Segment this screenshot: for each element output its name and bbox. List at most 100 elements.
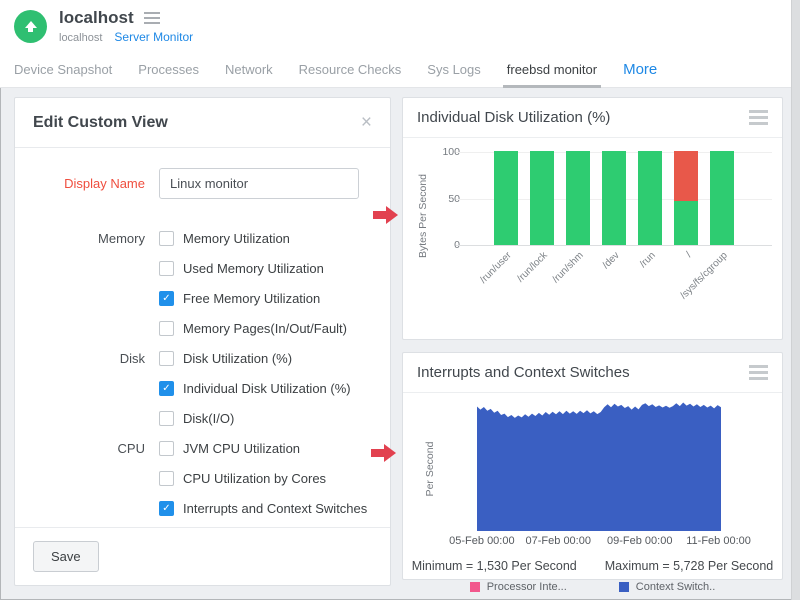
arrow-to-interrupts-chart-icon (371, 444, 397, 462)
page-title: localhost (59, 8, 134, 28)
chart-menu-icon[interactable] (749, 110, 768, 125)
bar-xlabel: /sys/fs/cgroup (658, 250, 729, 321)
bar-/run/lock (530, 151, 554, 245)
checkbox-option-row: Memory Memory Utilization (33, 223, 372, 253)
vertical-scrollbar[interactable] (791, 0, 800, 600)
disk-chart-title: Individual Disk Utilization (%) (417, 109, 610, 126)
area-series-svg (477, 399, 721, 531)
checkbox-option-row: ✓ Individual Disk Utilization (%) (33, 373, 372, 403)
checkbox-unchecked[interactable] (159, 441, 174, 456)
tab-resource-checks[interactable]: Resource Checks (299, 52, 402, 88)
checkbox-option-row: ✓ Free Memory Utilization (33, 283, 372, 313)
checkbox-option-row: Disk(I/O) (33, 403, 372, 433)
disk-utilization-panel: Individual Disk Utilization (%) Bytes Pe… (402, 97, 783, 340)
checkbox-label: Individual Disk Utilization (%) (183, 381, 351, 396)
tab-network[interactable]: Network (225, 52, 273, 88)
interrupts-panel: Interrupts and Context Switches Per Seco… (402, 352, 783, 580)
group-label: Disk (33, 351, 145, 366)
content-area: Edit Custom View × Display Name MemoryMe… (0, 88, 800, 600)
up-arrow-icon (25, 21, 37, 28)
interrupts-legend: Processor Inte... Context Switch.. (403, 581, 782, 593)
checkbox-option-row: Disk Disk Utilization (%) (33, 343, 372, 373)
edit-custom-view-dialog: Edit Custom View × Display Name MemoryMe… (14, 97, 391, 586)
tab-freebsd-monitor[interactable]: freebsd monitor (507, 52, 597, 88)
context-switches-swatch-icon (619, 582, 629, 592)
bar-xlabel: /run/lock (478, 250, 549, 321)
minimum-text: Minimum = 1,530 Per Second (412, 559, 577, 573)
checkbox-label: Free Memory Utilization (183, 291, 320, 306)
bar-xlabel: / (622, 250, 693, 321)
ytick-50: 50 (420, 193, 460, 205)
checkbox-list: Memory Memory Utilization Used Memory Util… (33, 223, 372, 523)
context-switches-area (477, 403, 721, 532)
bar-/ (674, 151, 698, 245)
checkbox-unchecked[interactable] (159, 261, 174, 276)
dialog-title: Edit Custom View (33, 114, 168, 132)
checkbox-option-row: Used Memory Utilization (33, 253, 372, 283)
interrupts-plot-area (477, 399, 721, 531)
checkbox-checked[interactable]: ✓ (159, 381, 174, 396)
tab-more[interactable]: More (623, 52, 657, 88)
checkbox-unchecked[interactable] (159, 471, 174, 486)
checkbox-option-row: ✓ Interrupts and Context Switches (33, 493, 372, 523)
group-label: Memory (33, 231, 145, 246)
checkbox-checked[interactable]: ✓ (159, 291, 174, 306)
breadcrumb-server-monitor-link[interactable]: Server Monitor (114, 30, 193, 44)
maximum-text: Maximum = 5,728 Per Second (605, 559, 774, 573)
bar-xlabel: /run/user (442, 250, 513, 321)
disk-plot-area (456, 152, 772, 246)
app-header: localhost localhost Server Monitor (0, 0, 800, 52)
interrupts-y-axis-label: Per Second (424, 434, 436, 504)
bar-xlabel: /run (586, 250, 657, 321)
bar-/dev (602, 151, 626, 245)
checkbox-label: Disk(I/O) (183, 411, 234, 426)
bar-/run (638, 151, 662, 245)
checkbox-label: JVM CPU Utilization (183, 441, 300, 456)
hamburger-menu-icon[interactable] (144, 12, 160, 24)
checkbox-label: Used Memory Utilization (183, 261, 324, 276)
tab-sys-logs[interactable]: Sys Logs (427, 52, 480, 88)
checkbox-checked[interactable]: ✓ (159, 501, 174, 516)
bar-/sys/fs/cgroup (710, 151, 734, 245)
save-button[interactable]: Save (33, 541, 99, 572)
display-name-label: Display Name (33, 176, 145, 191)
tab-bar: Device Snapshot Processes Network Resource … (0, 52, 800, 88)
checkbox-option-row: CPU Utilization by Cores (33, 463, 372, 493)
arrow-to-disk-chart-icon (373, 206, 399, 224)
checkbox-label: Memory Utilization (183, 231, 290, 246)
tab-processes[interactable]: Processes (138, 52, 199, 88)
interrupts-chart-title: Interrupts and Context Switches (417, 364, 630, 381)
bar-xlabel: /run/shm (514, 250, 585, 321)
checkbox-option-row: CPU JVM CPU Utilization (33, 433, 372, 463)
bar-/run/user (494, 151, 518, 245)
interrupts-area-chart: Per Second 4,000 2,000 0 05-Feb 00:00 07… (403, 393, 782, 543)
checkbox-unchecked[interactable] (159, 411, 174, 426)
legend-processor-interrupts[interactable]: Processor Inte... (470, 581, 567, 593)
checkbox-unchecked[interactable] (159, 321, 174, 336)
checkbox-unchecked[interactable] (159, 231, 174, 246)
bar-/run/shm (566, 151, 590, 245)
checkbox-label: Disk Utilization (%) (183, 351, 292, 366)
ytick-0: 0 (420, 239, 460, 251)
bar-xlabel: /dev (550, 250, 621, 321)
legend-context-switches[interactable]: Context Switch.. (619, 581, 715, 593)
ytick-100: 100 (420, 146, 460, 158)
monitor-status-avatar (14, 10, 47, 43)
checkbox-label: Interrupts and Context Switches (183, 501, 367, 516)
processor-interrupts-swatch-icon (470, 582, 480, 592)
tab-device-snapshot[interactable]: Device Snapshot (14, 52, 112, 88)
checkbox-label: Memory Pages(In/Out/Fault) (183, 321, 347, 336)
checkbox-unchecked[interactable] (159, 351, 174, 366)
chart-menu-icon[interactable] (749, 365, 768, 380)
disk-bar-chart: Bytes Per Second 100 50 0 /run/user/run/… (403, 138, 782, 298)
group-label: CPU (33, 441, 145, 456)
disk-bars (494, 151, 734, 245)
min-max-summary: Minimum = 1,530 Per Second Maximum = 5,7… (403, 559, 782, 573)
checkbox-label: CPU Utilization by Cores (183, 471, 326, 486)
breadcrumb-host: localhost (59, 32, 102, 44)
close-icon[interactable]: × (361, 113, 372, 132)
display-name-input[interactable] (159, 168, 359, 199)
disk-xlabels: /run/user/run/lock/run/shm/dev/run//sys/… (494, 250, 734, 296)
checkbox-option-row: Memory Pages(In/Out/Fault) (33, 313, 372, 343)
interrupts-xlabels: 05-Feb 00:00 07-Feb 00:00 09-Feb 00:00 1… (477, 535, 721, 549)
